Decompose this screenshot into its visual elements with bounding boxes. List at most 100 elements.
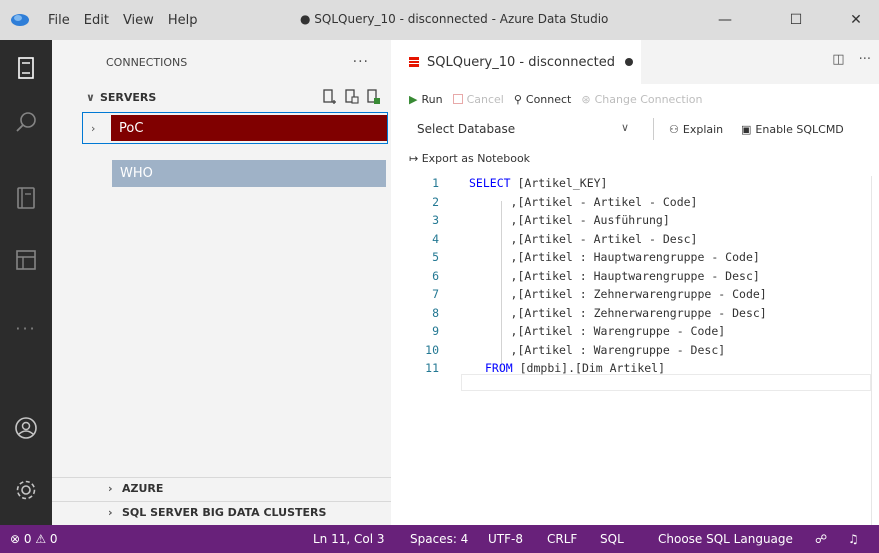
search-icon[interactable] [0,98,52,146]
azure-section-header[interactable]: › AZURE [52,477,391,499]
code-line[interactable]: 2 ,[Artikel - Artikel - Code] [391,195,871,212]
change-connection-button[interactable]: ⊛ Change Connection [581,93,702,106]
code-line[interactable]: 10 ,[Artikel : Warengruppe - Desc] [391,343,871,360]
connections-sidebar: CONNECTIONS ··· ∨ SERVERS › PoC WHO › AZ… [52,40,391,525]
code-text: ,[Artikel : Warengruppe - Code] [469,324,726,338]
server-group-poc[interactable]: › PoC [82,112,388,144]
minimize-button[interactable]: — [702,0,748,40]
database-select-value: Select Database [417,122,516,136]
chevron-down-icon: ∨ [86,90,95,104]
tab-label: SQLQuery_10 - disconnected [427,54,615,70]
query-toolbar-secondary: Select Database ∨ ⚇ Explain ▣ Enable SQL… [391,114,879,144]
explain-button[interactable]: ⚇ Explain [669,123,723,136]
line-number: 2 [432,194,439,209]
connections-icon[interactable] [0,44,52,92]
sql-text: ,[Artikel : Zehnerwarengruppe - Desc] [469,305,767,320]
split-editor-icon[interactable]: ◫ [832,52,844,67]
scrollbar-track[interactable] [871,176,872,526]
sql-text: ,[Artikel - Artikel - Code] [469,194,698,209]
line-number: 8 [432,305,439,320]
code-line[interactable]: 9 ,[Artikel : Warengruppe - Code] [391,324,871,341]
code-line[interactable]: 3 ,[Artikel - Ausführung] [391,213,871,230]
unsaved-dot-icon[interactable] [624,58,633,66]
language-mode[interactable]: SQL [600,532,624,546]
code-text: ,[Artikel : Zehnerwarengruppe - Code] [469,287,767,301]
menu-help[interactable]: Help [168,13,198,28]
indentation[interactable]: Spaces: 4 [410,532,468,546]
minimize-icon: — [718,12,732,28]
server-group-label-poc[interactable]: PoC [111,115,387,141]
more-actions-icon[interactable]: ··· [353,54,369,70]
line-number: 11 [425,361,439,375]
sql-text: ,[Artikel - Artikel - Desc] [469,231,698,246]
code-text: ,[Artikel - Artikel - Code] [469,194,698,209]
export-as-notebook-link[interactable]: ↦ Export as Notebook [409,152,530,165]
sql-text: [dmpbi].[Dim Artikel] [512,361,666,375]
notebooks-icon[interactable] [0,174,52,222]
tasks-icon[interactable] [0,236,52,284]
database-select[interactable]: Select Database ∨ [405,118,637,140]
code-line[interactable]: 1 SELECT [Artikel_KEY] [391,176,871,193]
chevron-right-icon: › [108,482,113,495]
plug-icon: ⚲ [513,92,522,106]
sql-text: ,[Artikel - Ausführung] [469,213,670,227]
connect-button[interactable]: ⚲ Connect [514,93,572,106]
close-button[interactable]: ✕ [833,0,879,40]
code-text: SELECT [Artikel_KEY] [469,176,607,190]
line-endings[interactable]: CRLF [547,532,577,546]
code-line[interactable]: 11 FROM [dmpbi].[Dim Artikel] [391,361,871,378]
cancel-button[interactable]: Cancel [452,93,504,106]
explain-icon: ⚇ [669,123,679,136]
sql-text: ,[Artikel : Hauptwarengruppe - Code] [469,250,760,264]
menu-view[interactable]: View [123,13,154,28]
menu-edit[interactable]: Edit [84,13,109,28]
encoding[interactable]: UTF-8 [488,532,523,546]
menu-file[interactable]: File [48,13,70,28]
active-connections-icon[interactable] [365,89,381,105]
gear-icon[interactable] [0,466,52,514]
code-text: FROM [dmpbi].[Dim Artikel] [485,361,665,375]
account-icon[interactable] [0,404,52,452]
sql-text: ,[Artikel : Warengruppe - Code] [469,324,726,338]
sql-text: ,[Artikel : Warengruppe - Desc] [469,342,726,357]
big-data-clusters-section-label: SQL SERVER BIG DATA CLUSTERS [122,506,327,519]
sqlcmd-icon: ▣ [741,123,752,136]
choose-sql-language[interactable]: Choose SQL Language [658,532,793,546]
sql-text: ,[Artikel : Zehnerwarengruppe - Code] [469,287,767,301]
problems-indicator[interactable]: ⊗ 0 ⚠ 0 [10,532,58,546]
code-line[interactable]: 8 ,[Artikel : Zehnerwarengruppe - Desc] [391,306,871,323]
tab-sqlquery[interactable]: SQLQuery_10 - disconnected [391,40,641,84]
maximize-button[interactable]: ☐ [773,0,819,40]
big-data-clusters-section-header[interactable]: › SQL SERVER BIG DATA CLUSTERS [52,501,391,523]
code-text: ,[Artikel - Ausführung] [469,213,670,227]
line-number: 7 [432,287,439,301]
chevron-down-icon: ∨ [620,121,629,134]
code-line[interactable]: 7 ,[Artikel : Zehnerwarengruppe - Code] [391,287,871,304]
enable-sqlcmd-button[interactable]: ▣ Enable SQLCMD [741,123,844,136]
more-icon[interactable]: ··· [0,304,52,352]
server-group-who[interactable]: WHO [112,160,386,187]
more-actions-icon[interactable]: ··· [859,52,871,67]
new-connection-icon[interactable] [321,89,337,105]
title-bar: File Edit View Help ● SQLQuery_10 - disc… [0,0,879,40]
editor-area: SQLQuery_10 - disconnected ◫ ··· ▶ Run C… [391,40,879,526]
sidebar-title: CONNECTIONS [106,55,188,69]
line-number: 10 [425,342,439,357]
code-line[interactable]: 5 ,[Artikel : Hauptwarengruppe - Code] [391,250,871,267]
run-button[interactable]: ▶ Run [409,93,443,106]
code-line[interactable]: 6 ,[Artikel : Hauptwarengruppe - Desc] [391,269,871,286]
code-text: ,[Artikel : Zehnerwarengruppe - Desc] [469,306,767,320]
notifications-icon[interactable]: ♫ [848,532,859,546]
servers-section-header[interactable]: ∨ SERVERS [52,84,391,110]
play-icon: ▶ [409,92,418,106]
toolbar-separator [653,118,654,140]
line-number: 5 [432,250,439,264]
sql-text: [Artikel_KEY] [510,176,608,190]
arrow-right-icon: ↦ [409,152,419,165]
feedback-icon[interactable]: ☍ [815,532,827,546]
new-server-group-icon[interactable] [343,89,359,105]
window-title: ● SQLQuery_10 - disconnected - Azure Dat… [300,12,609,26]
cursor-position[interactable]: Ln 11, Col 3 [313,532,385,546]
change-connection-icon: ⊛ [581,92,591,106]
code-line[interactable]: 4 ,[Artikel - Artikel - Desc] [391,232,871,249]
